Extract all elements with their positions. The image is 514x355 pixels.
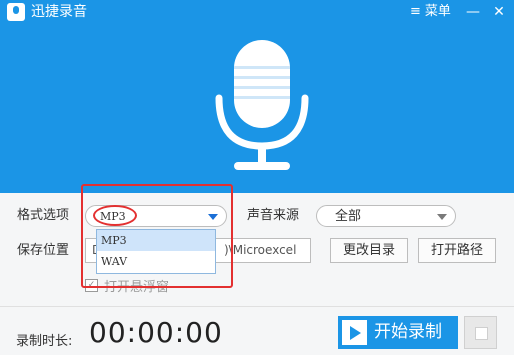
stop-button[interactable] [464, 316, 497, 349]
duration-label: 录制时长: [16, 334, 73, 349]
format-select[interactable]: MP3 [85, 205, 227, 227]
format-label: 格式选项 [17, 208, 70, 223]
floating-window-label: 打开悬浮窗 [104, 280, 170, 295]
open-path-button[interactable]: 打开路径 [418, 238, 496, 263]
play-icon [342, 320, 367, 345]
menu-button[interactable]: ≡ 菜单 [410, 3, 451, 21]
header-panel: 迅捷录音 ≡ 菜单 — ✕ [0, 0, 514, 193]
chevron-down-icon [437, 214, 447, 220]
microphone-icon [214, 38, 310, 178]
save-location-label: 保存位置 [17, 243, 70, 258]
format-select-value: MP3 [100, 210, 126, 223]
format-option-mp3[interactable]: MP3 [97, 230, 215, 251]
microphone-logo-icon [7, 3, 25, 21]
divider [0, 306, 514, 307]
minimize-button[interactable]: — [465, 2, 481, 22]
app-title: 迅捷录音 [31, 4, 87, 20]
source-select-value: 全部 [335, 209, 362, 224]
duration-timer: 00:00:00 [89, 316, 223, 349]
source-label: 声音来源 [247, 208, 300, 223]
format-dropdown-list: MP3 WAV [96, 229, 216, 274]
format-option-wav[interactable]: WAV [97, 251, 215, 272]
start-recording-button[interactable]: 开始录制 [338, 316, 458, 349]
source-select[interactable]: 全部 [316, 205, 456, 227]
change-directory-button[interactable]: 更改目录 [330, 238, 408, 263]
floating-window-checkbox[interactable]: ✓ [85, 279, 98, 292]
menu-label: 菜单 [424, 4, 451, 19]
start-recording-label: 开始录制 [374, 322, 442, 342]
close-button[interactable]: ✕ [491, 2, 507, 22]
save-path-tail: )\Microexcel [224, 243, 297, 257]
chevron-down-icon [208, 214, 218, 220]
menu-icon: ≡ [410, 4, 421, 19]
